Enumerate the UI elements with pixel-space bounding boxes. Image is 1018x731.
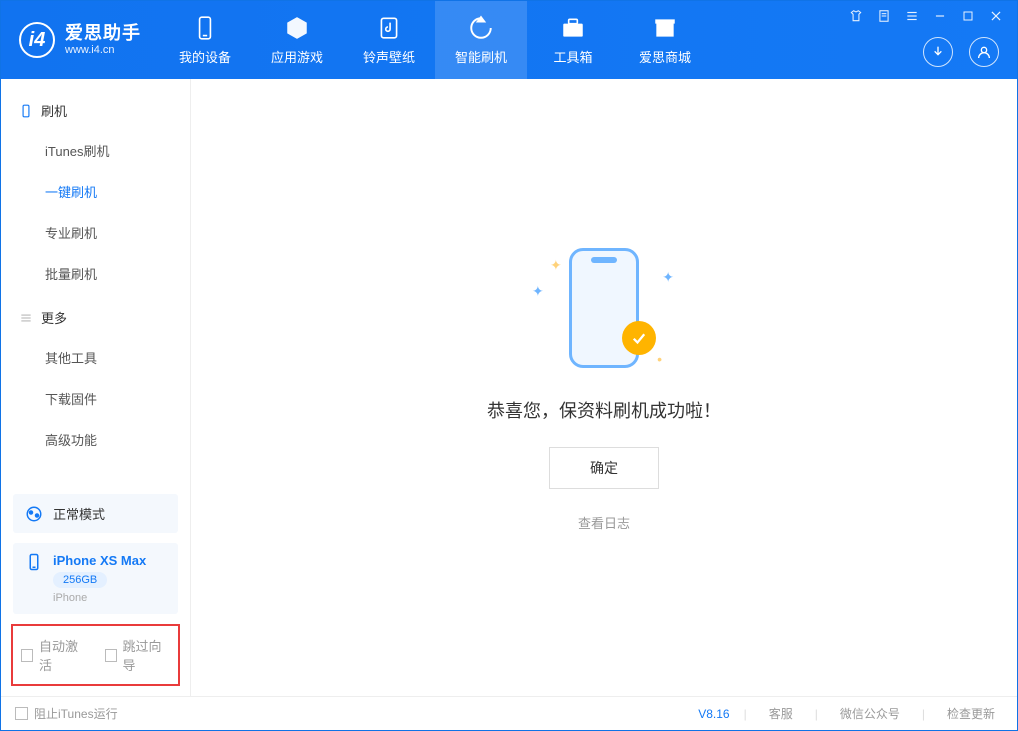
- nav-tab-device[interactable]: 我的设备: [159, 1, 251, 79]
- app-url: www.i4.cn: [65, 44, 141, 57]
- window-controls: [847, 7, 1005, 25]
- download-button[interactable]: [923, 37, 953, 67]
- footer-link-wechat[interactable]: 微信公众号: [832, 705, 908, 722]
- nav-tab-apps[interactable]: 应用游戏: [251, 1, 343, 79]
- checkbox-auto-activate[interactable]: 自动激活: [21, 636, 87, 674]
- menu-icon[interactable]: [903, 7, 921, 25]
- nav-label: 铃声壁纸: [363, 47, 415, 66]
- device-icon: [192, 15, 218, 41]
- nav-label: 爱思商城: [639, 47, 691, 66]
- checkbox-box: [15, 707, 28, 720]
- sparkle-icon: ✦: [550, 257, 562, 274]
- nav-label: 智能刷机: [455, 47, 507, 66]
- nav-tabs: 我的设备 应用游戏 铃声壁纸 智能刷机 工具箱 爱思商城: [159, 1, 711, 79]
- device-sub: iPhone: [53, 592, 146, 604]
- maximize-button[interactable]: [959, 7, 977, 25]
- store-icon: [652, 15, 678, 41]
- mode-card[interactable]: 正常模式: [13, 494, 178, 533]
- minimize-button[interactable]: [931, 7, 949, 25]
- sidebar-item-advanced[interactable]: 高级功能: [1, 419, 190, 460]
- sidebar-section-more: 更多: [1, 294, 190, 337]
- nav-tab-ringtones[interactable]: 铃声壁纸: [343, 1, 435, 79]
- checkbox-label: 跳过向导: [123, 636, 170, 674]
- sidebar-item-itunes-flash[interactable]: iTunes刷机: [1, 130, 190, 171]
- checkbox-box: [105, 649, 117, 662]
- sidebar-section-flash: 刷机: [1, 87, 190, 130]
- refresh-icon: [468, 15, 494, 41]
- sidebar: 刷机 iTunes刷机 一键刷机 专业刷机 批量刷机 更多 其他工具 下载固件 …: [1, 79, 191, 696]
- view-log-link[interactable]: 查看日志: [578, 513, 630, 532]
- separator: |: [922, 707, 925, 721]
- header: i4 爱思助手 www.i4.cn 我的设备 应用游戏 铃声壁纸 智能刷机: [1, 1, 1017, 79]
- sidebar-item-download-firmware[interactable]: 下载固件: [1, 378, 190, 419]
- mode-label: 正常模式: [53, 504, 105, 523]
- storage-badge: 256GB: [53, 572, 107, 588]
- device-small-icon: [25, 553, 43, 571]
- logo-icon: i4: [19, 22, 55, 58]
- device-info: iPhone XS Max 256GB iPhone: [53, 553, 146, 604]
- separator: |: [744, 707, 747, 721]
- close-button[interactable]: [987, 7, 1005, 25]
- sidebar-item-pro-flash[interactable]: 专业刷机: [1, 212, 190, 253]
- main-content: ✦ ✦ ✦ • 恭喜您，保资料刷机成功啦！ 确定 查看日志: [191, 79, 1017, 696]
- nav-label: 我的设备: [179, 47, 231, 66]
- success-illustration: ✦ ✦ ✦ •: [524, 243, 684, 373]
- checkbox-label: 阻止iTunes运行: [34, 705, 118, 722]
- device-name: iPhone XS Max: [53, 553, 146, 568]
- user-button[interactable]: [969, 37, 999, 67]
- checkbox-label: 自动激活: [39, 636, 86, 674]
- section-title: 刷机: [41, 101, 67, 120]
- check-badge-icon: [622, 321, 656, 355]
- checkbox-skip-guide[interactable]: 跳过向导: [105, 636, 171, 674]
- cube-icon: [284, 15, 310, 41]
- version-label: V8.16: [698, 707, 729, 721]
- sparkle-icon: ✦: [662, 269, 674, 286]
- device-card[interactable]: iPhone XS Max 256GB iPhone: [13, 543, 178, 614]
- success-message: 恭喜您，保资料刷机成功啦！: [487, 397, 721, 423]
- shirt-icon[interactable]: [847, 7, 865, 25]
- sidebar-item-batch-flash[interactable]: 批量刷机: [1, 253, 190, 294]
- nav-label: 应用游戏: [271, 47, 323, 66]
- logo-text: 爱思助手 www.i4.cn: [65, 23, 141, 58]
- confirm-button[interactable]: 确定: [549, 447, 659, 489]
- app-title: 爱思助手: [65, 23, 141, 45]
- device-panels: 正常模式 iPhone XS Max 256GB iPhone: [1, 484, 190, 614]
- mode-icon: [25, 505, 43, 523]
- header-actions: [923, 37, 999, 67]
- sparkle-icon: •: [657, 351, 662, 367]
- nav-label: 工具箱: [553, 47, 592, 66]
- nav-tab-toolbox[interactable]: 工具箱: [527, 1, 619, 79]
- footer-link-support[interactable]: 客服: [761, 705, 801, 722]
- nav-tab-flash[interactable]: 智能刷机: [435, 1, 527, 79]
- bottom-options-highlight: 自动激活 跳过向导: [11, 624, 180, 686]
- sparkle-icon: ✦: [532, 283, 544, 300]
- toolbox-icon: [560, 15, 586, 41]
- logo-area: i4 爱思助手 www.i4.cn: [1, 1, 159, 79]
- sidebar-scroll: 刷机 iTunes刷机 一键刷机 专业刷机 批量刷机 更多 其他工具 下载固件 …: [1, 79, 190, 484]
- list-icon: [19, 311, 33, 325]
- separator: |: [815, 707, 818, 721]
- checkbox-block-itunes[interactable]: 阻止iTunes运行: [15, 705, 118, 722]
- sidebar-item-oneclick-flash[interactable]: 一键刷机: [1, 171, 190, 212]
- note-icon[interactable]: [875, 7, 893, 25]
- checkbox-box: [21, 649, 33, 662]
- app-window: i4 爱思助手 www.i4.cn 我的设备 应用游戏 铃声壁纸 智能刷机: [0, 0, 1018, 731]
- body: 刷机 iTunes刷机 一键刷机 专业刷机 批量刷机 更多 其他工具 下载固件 …: [1, 79, 1017, 696]
- music-icon: [376, 15, 402, 41]
- section-title: 更多: [41, 308, 67, 327]
- sidebar-item-other-tools[interactable]: 其他工具: [1, 337, 190, 378]
- nav-tab-store[interactable]: 爱思商城: [619, 1, 711, 79]
- footer: 阻止iTunes运行 V8.16 | 客服 | 微信公众号 | 检查更新: [1, 696, 1017, 730]
- phone-small-icon: [19, 104, 33, 118]
- footer-link-update[interactable]: 检查更新: [939, 705, 1003, 722]
